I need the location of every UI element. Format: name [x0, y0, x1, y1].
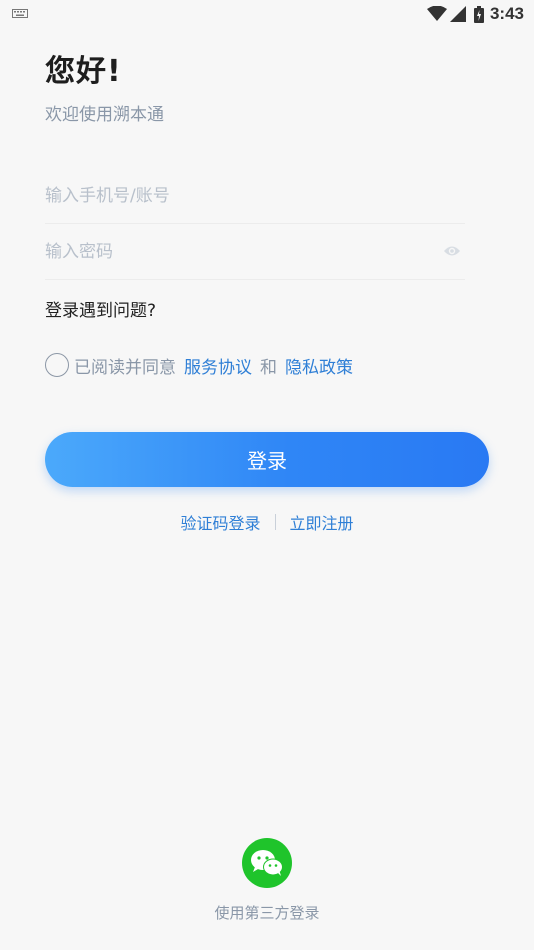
page-subtitle: 欢迎使用溯本通	[45, 105, 164, 125]
sms-login-link[interactable]: 验证码登录	[180, 510, 260, 534]
keyboard-icon	[12, 9, 28, 18]
third-party-login-label: 使用第三方登录	[214, 904, 320, 922]
register-link[interactable]: 立即注册	[290, 510, 354, 534]
account-field	[45, 168, 465, 224]
alt-links-divider	[274, 514, 276, 530]
agreement-checkbox[interactable]	[45, 353, 69, 377]
agreement-prefix: 已阅读并同意	[74, 357, 176, 378]
alt-links: 验证码登录 立即注册	[0, 510, 534, 534]
signal-icon	[449, 6, 466, 22]
login-button[interactable]: 登录	[45, 432, 489, 487]
battery-icon	[473, 5, 484, 23]
page-title: 您好!	[45, 54, 122, 89]
wechat-icon	[251, 850, 283, 876]
status-bar: 3:43	[0, 0, 534, 28]
wifi-icon	[426, 6, 447, 21]
account-input[interactable]	[45, 168, 465, 223]
status-icons: 3:43	[426, 4, 524, 24]
service-agreement-link[interactable]: 服务协议	[184, 353, 252, 378]
agreement-and: 和	[260, 357, 277, 378]
eye-icon[interactable]	[443, 244, 461, 258]
password-field	[45, 224, 465, 280]
privacy-policy-link[interactable]: 隐私政策	[285, 353, 353, 378]
wechat-login-button[interactable]	[242, 838, 292, 888]
password-input[interactable]	[45, 224, 465, 279]
status-time: 3:43	[489, 4, 524, 23]
login-trouble-link[interactable]: 登录遇到问题?	[45, 296, 156, 321]
agreement-row: 已阅读并同意 服务协议 和 隐私政策	[45, 352, 353, 378]
